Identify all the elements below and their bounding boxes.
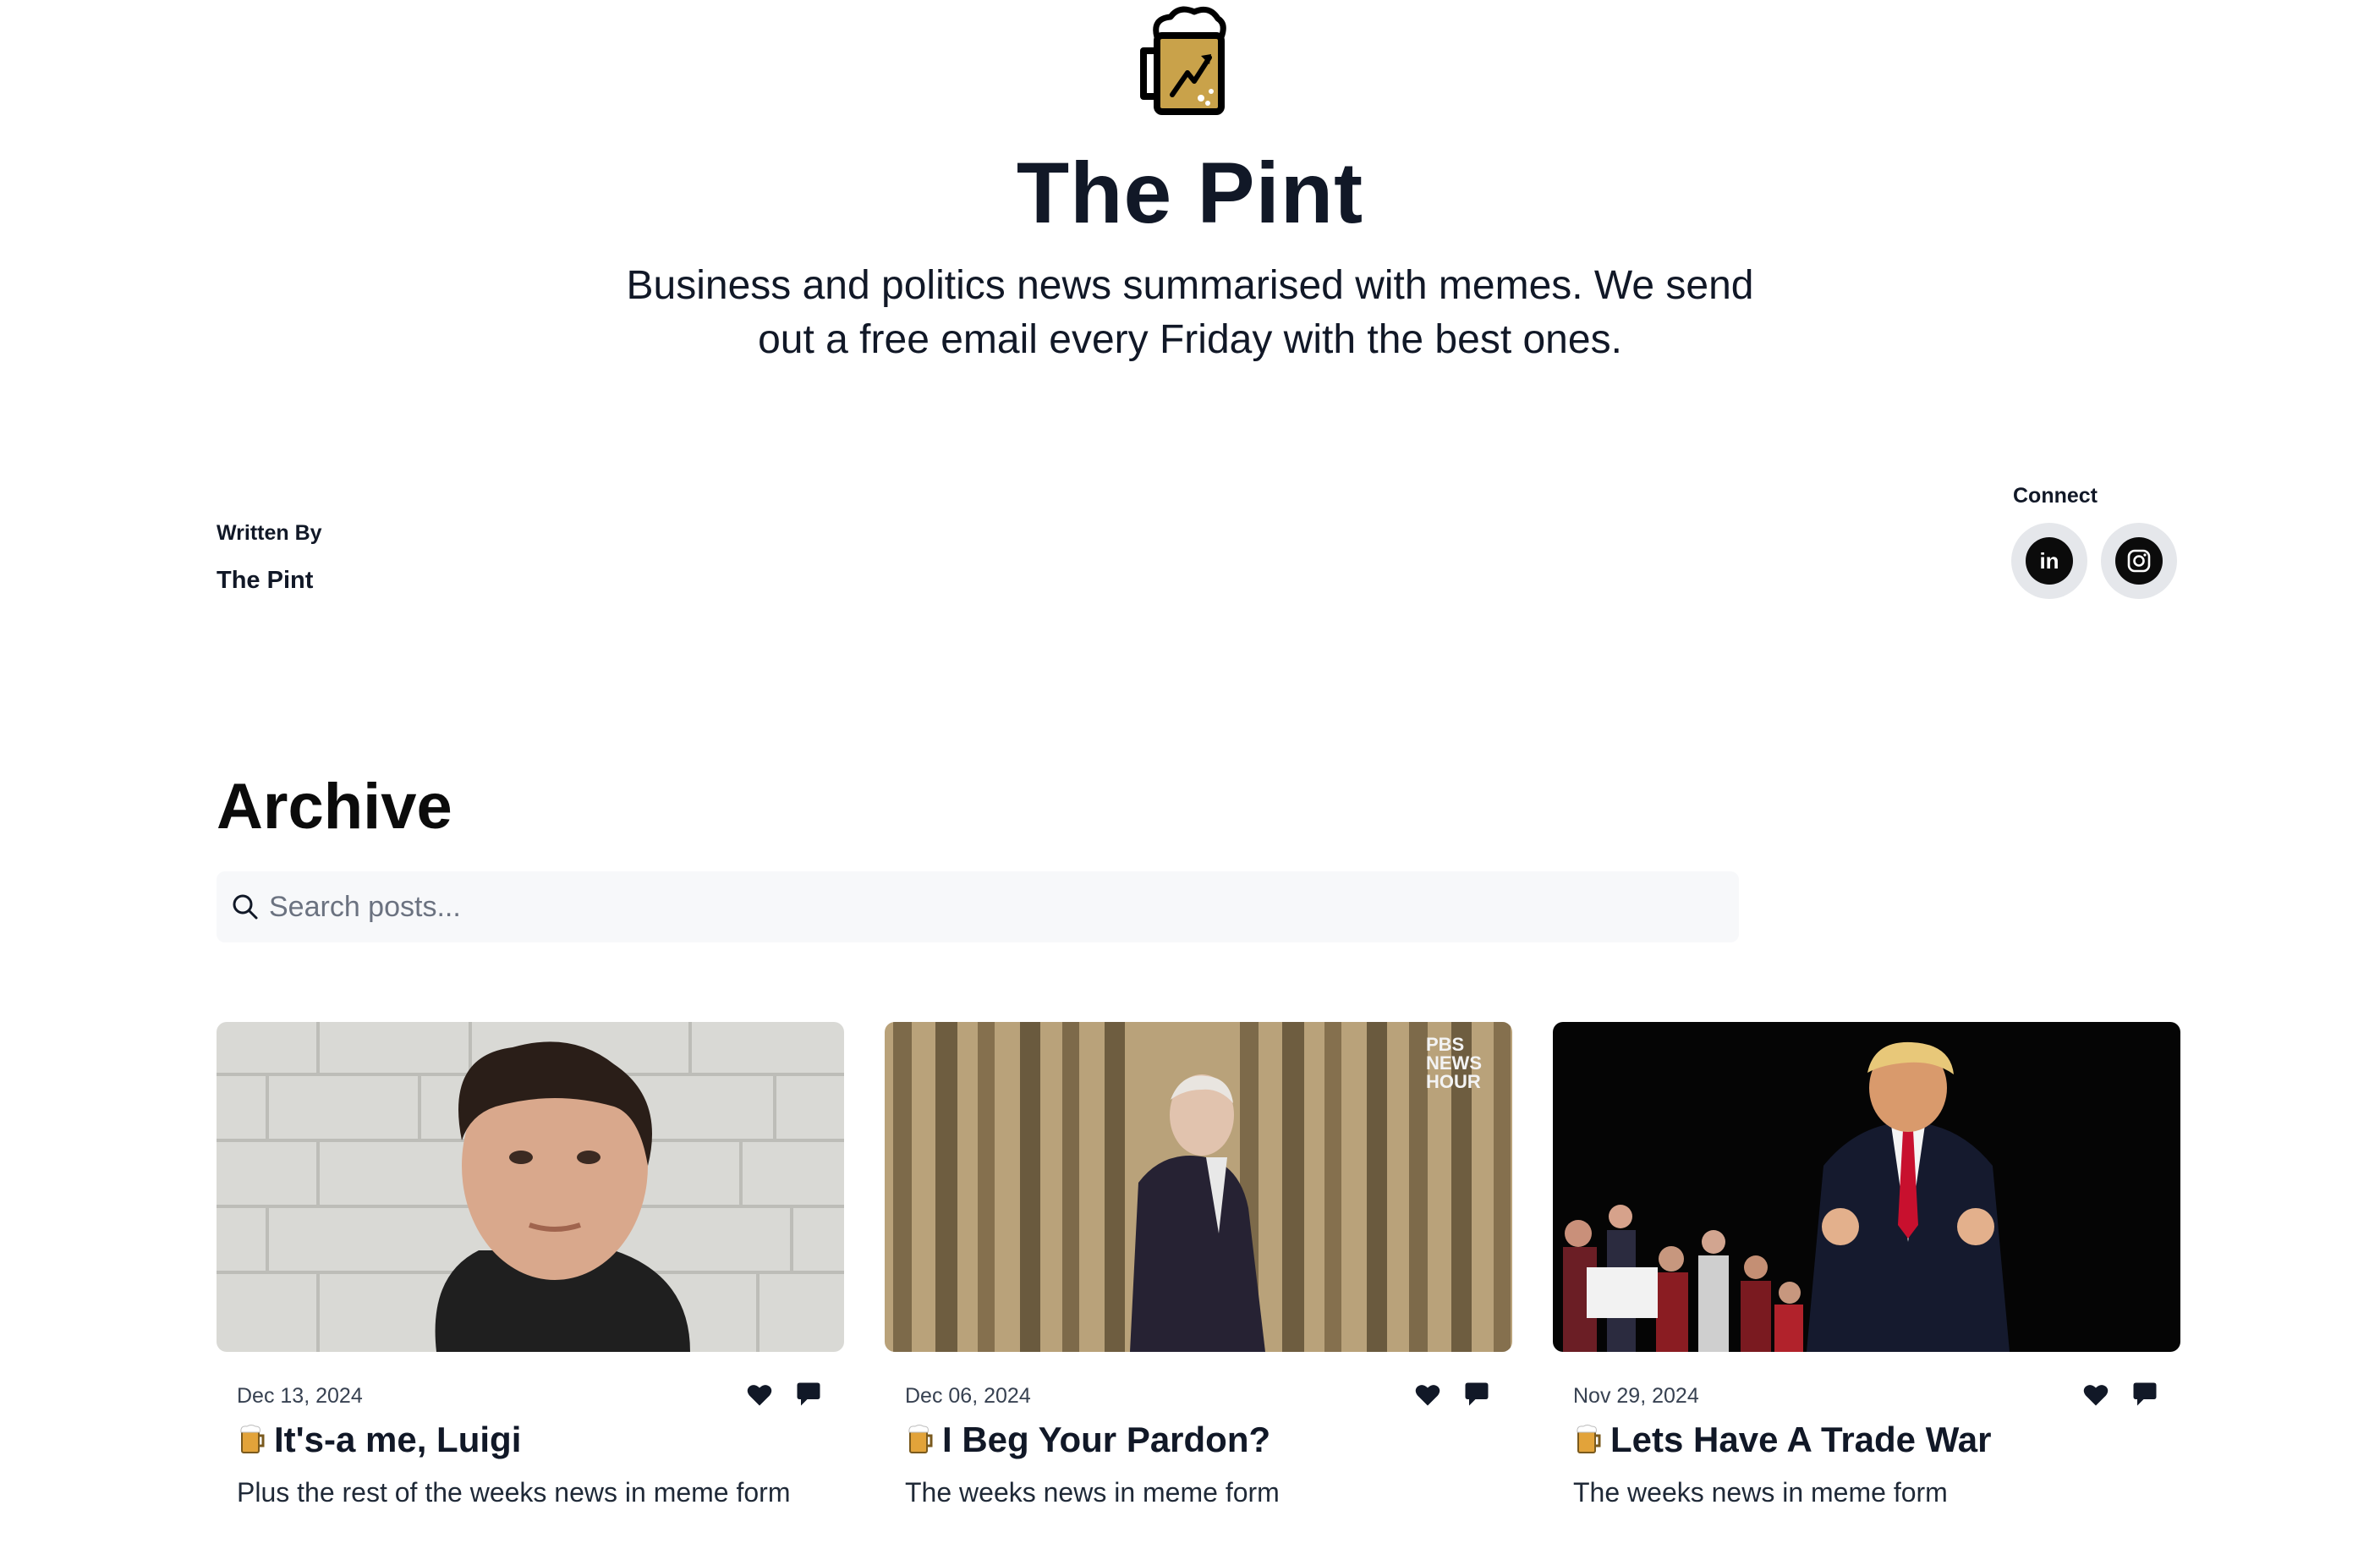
site-title: The Pint — [1016, 145, 1364, 241]
post-card[interactable]: Dec 13, 2024 It's-a me, Luigi Plus the r… — [217, 1022, 844, 1546]
post-date: Dec 06, 2024 — [905, 1384, 1031, 1408]
linkedin-button[interactable]: in — [2011, 523, 2087, 599]
comment-icon[interactable] — [1461, 1379, 1492, 1409]
post-date: Dec 13, 2024 — [237, 1384, 363, 1408]
post-thumbnail[interactable] — [217, 1022, 844, 1352]
post-thumbnail[interactable]: PBS NEWS HOUR — [885, 1022, 1512, 1352]
post-subtitle: Plus the rest of the weeks news in meme … — [237, 1477, 791, 1508]
post-title-text: It's-a me, Luigi — [274, 1420, 522, 1459]
search-icon — [230, 892, 260, 922]
instagram-icon — [2115, 537, 2163, 585]
heart-icon[interactable] — [2081, 1379, 2111, 1409]
post-card[interactable]: Nov 29, 2024 Lets Have A Trade War The w… — [1553, 1022, 2180, 1546]
beer-mug-chart-icon — [1138, 3, 1240, 117]
linkedin-icon: in — [2026, 537, 2073, 585]
beer-mug-icon — [1573, 1424, 1602, 1456]
post-date: Nov 29, 2024 — [1573, 1384, 1699, 1408]
author-name[interactable]: The Pint — [217, 567, 313, 595]
written-by-label: Written By — [217, 521, 322, 545]
search-bar[interactable] — [217, 871, 1739, 942]
connect-label: Connect — [2013, 484, 2098, 508]
post-card[interactable]: PBS NEWS HOUR Dec 06, 2024 I Beg Your Pard… — [885, 1022, 1512, 1546]
comment-icon[interactable] — [2130, 1379, 2160, 1409]
post-title[interactable]: Lets Have A Trade War — [1573, 1420, 1992, 1460]
instagram-button[interactable] — [2101, 523, 2177, 599]
archive-heading: Archive — [217, 771, 452, 843]
beer-mug-icon — [905, 1424, 934, 1456]
heart-icon[interactable] — [1412, 1379, 1443, 1409]
comment-icon[interactable] — [793, 1379, 824, 1409]
post-title-text: I Beg Your Pardon? — [942, 1420, 1271, 1459]
search-input[interactable] — [269, 871, 1724, 942]
post-subtitle: The weeks news in meme form — [1573, 1477, 1948, 1508]
post-title[interactable]: I Beg Your Pardon? — [905, 1420, 1270, 1460]
post-title[interactable]: It's-a me, Luigi — [237, 1420, 521, 1460]
post-title-text: Lets Have A Trade War — [1610, 1420, 1992, 1459]
beer-mug-icon — [237, 1424, 266, 1456]
post-thumbnail[interactable] — [1553, 1022, 2180, 1352]
site-description: Business and politics news summarised wi… — [626, 263, 1754, 362]
heart-icon[interactable] — [744, 1379, 775, 1409]
svg-text:HOUR: HOUR — [1426, 1071, 1481, 1092]
post-subtitle: The weeks news in meme form — [905, 1477, 1280, 1508]
